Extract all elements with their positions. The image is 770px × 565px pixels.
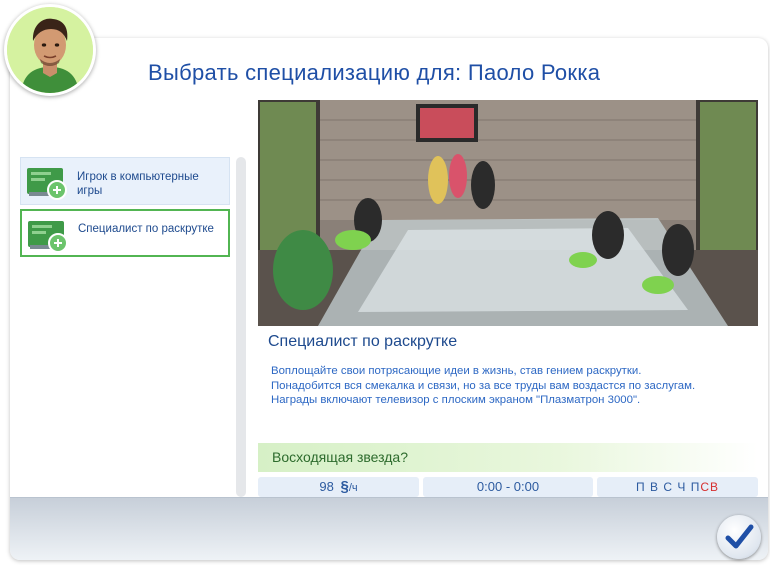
career-gaming-card-icon bbox=[27, 168, 67, 200]
description-line: Награды включают телевизор с плоским экр… bbox=[271, 394, 641, 406]
dialog-title: Выбрать специализацию для: Паоло Рокка bbox=[148, 60, 601, 85]
day-mon: П bbox=[636, 480, 646, 494]
day-thu: Ч bbox=[677, 480, 687, 494]
branch-item-gaming[interactable]: Игрок в компьютерные игры bbox=[20, 157, 230, 205]
sim-portrait-icon bbox=[7, 7, 93, 93]
pay-unit: /ч bbox=[348, 482, 358, 494]
day-fri: П bbox=[690, 480, 701, 494]
checkmark-icon bbox=[725, 524, 754, 549]
career-level-bar: Восходящая звезда? bbox=[258, 443, 758, 472]
description-line: Воплощайте свои потрясающие идеи в жизнь… bbox=[271, 365, 642, 377]
day-wed: С bbox=[663, 480, 673, 494]
career-marketing-card-icon bbox=[28, 221, 68, 253]
branch-item-marketing[interactable]: Специалист по раскрутке bbox=[20, 209, 230, 257]
branch-list: Игрок в компьютерные игры Специалист по … bbox=[20, 157, 230, 261]
career-level-title: Восходящая звезда? bbox=[272, 449, 409, 465]
work-days: П В С Ч ПСВ bbox=[597, 477, 758, 497]
sim-avatar bbox=[4, 4, 96, 96]
branch-label-marketing: Специалист по раскрутке bbox=[78, 223, 214, 235]
day-sun: В bbox=[709, 480, 719, 494]
dialog-footer bbox=[10, 497, 768, 560]
branch-list-scrollbar[interactable] bbox=[236, 157, 246, 497]
pay-value: 98 bbox=[319, 479, 334, 494]
pay-rate: 98 §/ч bbox=[258, 477, 419, 497]
description-line: Понадобится вся смекалка и связи, но за … bbox=[271, 379, 696, 392]
day-sat: С bbox=[700, 480, 710, 494]
branch-label-gaming: Игрок в компьютерные игры bbox=[77, 171, 199, 197]
day-tue: В bbox=[649, 480, 659, 494]
confirm-button[interactable] bbox=[717, 515, 761, 559]
career-branch-name: Специалист по раскрутке bbox=[268, 333, 458, 350]
simoleon-icon: § bbox=[340, 478, 349, 495]
office-meeting-scene-image bbox=[258, 100, 758, 326]
career-description: Воплощайте свои потрясающие идеи в жизнь… bbox=[271, 364, 761, 408]
work-hours: 0:00 - 0:00 bbox=[423, 477, 593, 497]
career-preview-image bbox=[258, 100, 758, 326]
